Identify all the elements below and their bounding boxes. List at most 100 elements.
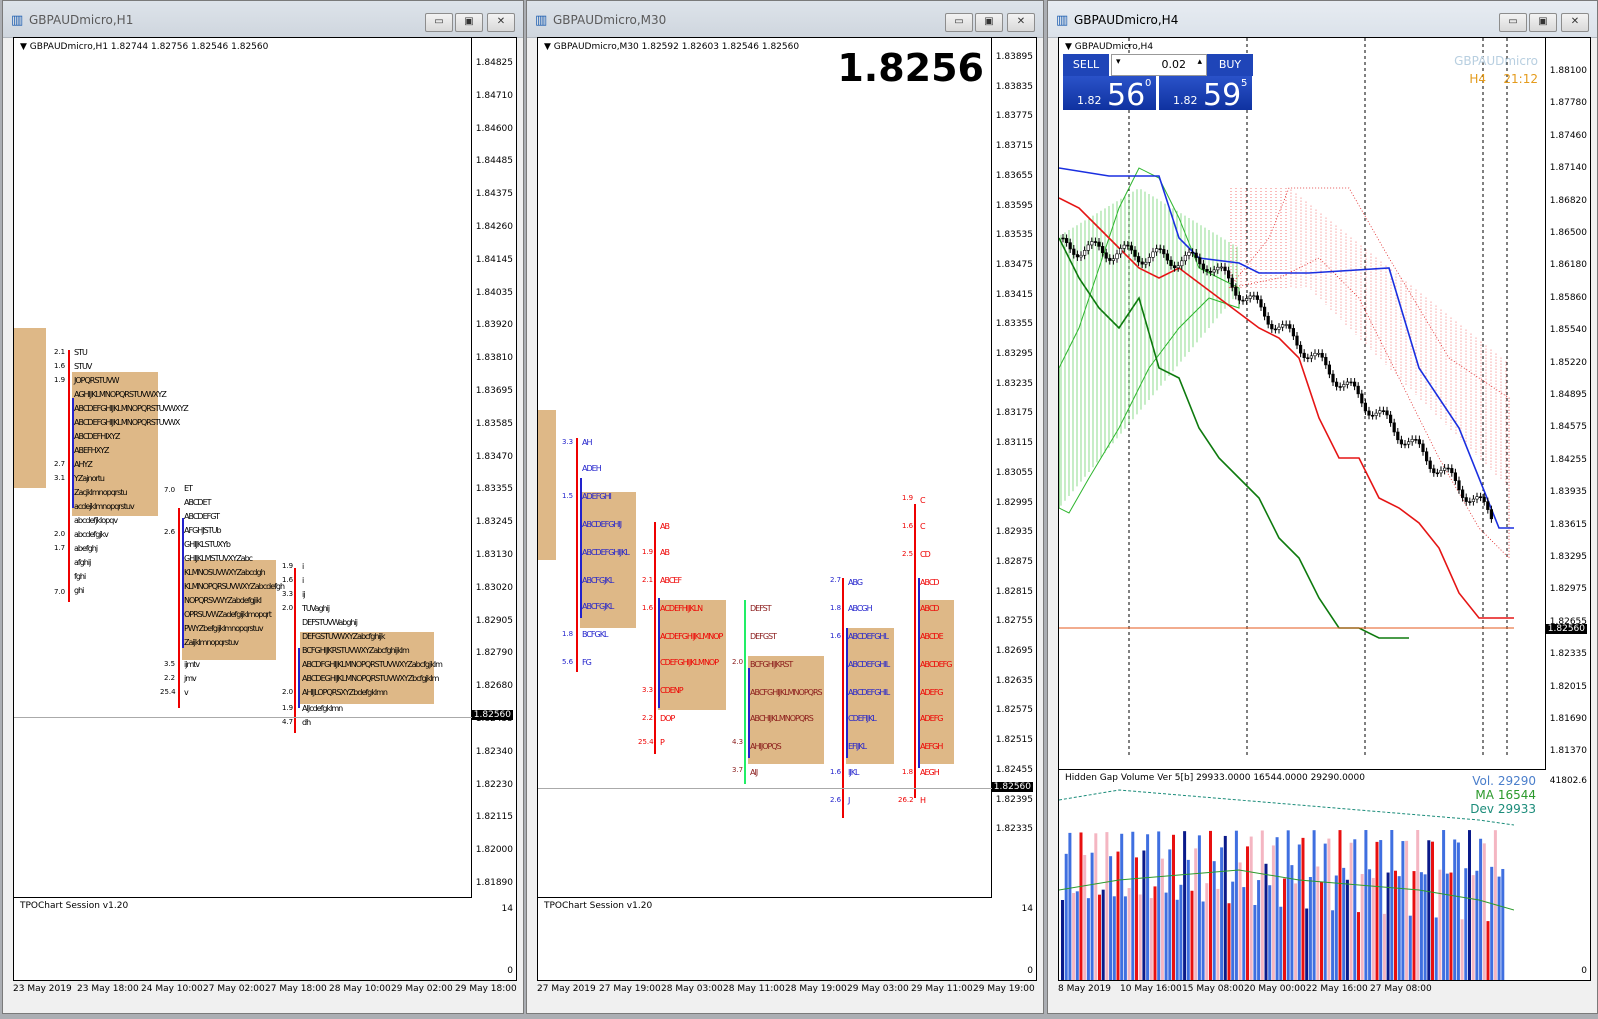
- close-button[interactable]: ✕: [487, 13, 515, 32]
- candle-body: [1068, 242, 1072, 250]
- volume-bar: [1231, 881, 1235, 980]
- tpo-percent: 2.7: [830, 576, 842, 584]
- tpo-percent: 1.9: [282, 562, 294, 570]
- volume-subwindow[interactable]: Hidden Gap Volume Ver 5[b] 29933.0000 16…: [1059, 769, 1546, 980]
- chart-window-m30[interactable]: ▥ GBPAUDmicro,M30 ▭ ▣ ✕ ▼ GBPAUDmicro,M3…: [526, 0, 1044, 1014]
- tpo-letters: i: [302, 562, 304, 571]
- volume-bar: [1105, 832, 1109, 980]
- minimize-button[interactable]: ▭: [1499, 13, 1527, 32]
- tpo-letters: ABCDEFGT: [184, 512, 220, 521]
- tpo-percent: 2.0: [282, 688, 294, 696]
- price-tick: 1.83535: [995, 230, 1033, 241]
- candle-body: [1065, 238, 1069, 243]
- volume-bar: [1260, 830, 1264, 980]
- candle-body: [1489, 509, 1494, 520]
- volume-bar: [1334, 875, 1338, 980]
- volume-bar: [1475, 870, 1479, 980]
- price-tick: 1.84710: [475, 90, 513, 101]
- tpo-letters: dh: [302, 718, 311, 727]
- candle-body: [1270, 323, 1274, 330]
- lot-increase-icon[interactable]: ▴: [1197, 57, 1202, 67]
- candle-body: [1460, 489, 1465, 498]
- indicator-subwindow[interactable]: TPOChart Session v1.20: [14, 897, 472, 980]
- candle-body: [1324, 356, 1328, 366]
- tpo-letters: GHIJKLMSTUVXYZabc: [184, 554, 253, 563]
- time-scale[interactable]: 23 May 2019 23 May 18:00 24 May 10:00 27 Ma…: [13, 981, 517, 999]
- lot-size-input[interactable]: ▾ 0.02 ▴: [1111, 54, 1207, 76]
- price-scale[interactable]: 1.88100 1.87780 1.87460 1.87140 1.86820 1.865…: [1545, 38, 1590, 980]
- maximize-button[interactable]: ▣: [455, 13, 483, 32]
- close-button[interactable]: ✕: [1007, 13, 1035, 32]
- volume-bar: [1349, 842, 1353, 980]
- volume-bar: [1460, 919, 1464, 980]
- chart-canvas[interactable]: ▼ GBPAUDmicro,H4 GBPAUDmicro H4 21:12 SE…: [1058, 37, 1591, 981]
- candle-body: [1486, 501, 1490, 510]
- candle-body: [1381, 410, 1386, 412]
- candle-body: [1198, 257, 1202, 265]
- close-button[interactable]: ✕: [1561, 13, 1589, 32]
- price-tick: 1.84145: [475, 254, 513, 265]
- volume-bar: [1257, 880, 1261, 980]
- symbol-watermark: GBPAUDmicro: [1454, 54, 1538, 68]
- time-label: 22 May 16:00: [1306, 984, 1368, 994]
- tpo-percent: 1.8: [562, 630, 574, 638]
- tpo-percent: 3.1: [54, 474, 66, 482]
- tpo-letters: DEFGST: [750, 632, 777, 641]
- one-click-trading-panel[interactable]: SELL ▾ 0.02 ▴ BUY 1.82 56 0 1.82 59 5: [1063, 54, 1253, 113]
- lot-value[interactable]: 0.02: [1162, 58, 1187, 71]
- tpo-letters: PWYZbefgijklmnopqrstuv: [184, 624, 264, 633]
- candle-body: [1183, 255, 1187, 262]
- chart-icon: ▥: [535, 13, 548, 28]
- candle-body: [1363, 402, 1368, 412]
- volume-bar: [1201, 901, 1205, 980]
- price-scale[interactable]: 1.84825 1.84710 1.84600 1.84485 1.84375 1.842…: [471, 38, 516, 980]
- tpo-percent: 1.5: [562, 492, 574, 500]
- volume-bar: [1308, 877, 1312, 980]
- volume-bar: [1419, 872, 1423, 980]
- time-scale[interactable]: 27 May 2019 27 May 19:00 28 May 03:00 28 Ma…: [537, 981, 1037, 999]
- tpo-percent: 1.6: [642, 604, 654, 612]
- tpo-letters: P: [660, 738, 665, 747]
- volume-bar: [1305, 908, 1309, 980]
- title-bar[interactable]: ▥ GBPAUDmicro,M30 ▭ ▣ ✕: [527, 1, 1043, 38]
- candle-body: [1349, 381, 1353, 384]
- tpo-letters: AEGH: [920, 768, 940, 777]
- price-tick: 1.83715: [995, 141, 1033, 152]
- price-tick: 1.83245: [475, 517, 513, 528]
- maximize-button[interactable]: ▣: [975, 13, 1003, 32]
- maximize-button[interactable]: ▣: [1529, 13, 1557, 32]
- time-label: 27 May 2019: [537, 984, 596, 994]
- title-bar[interactable]: ▥ GBPAUDmicro,H1 ▭ ▣ ✕: [3, 1, 523, 38]
- tpo-percent: 2.1: [642, 576, 654, 584]
- title-bar[interactable]: ▥ GBPAUDmicro,H4 ▭ ▣ ✕: [1048, 1, 1597, 38]
- indicator-subwindow[interactable]: TPOChart Session v1.20: [538, 897, 992, 980]
- volume-bar: [1264, 863, 1268, 980]
- chart-canvas[interactable]: ▼ GBPAUDmicro,H1 1.82744 1.82756 1.82546…: [13, 37, 517, 981]
- buy-price-button[interactable]: 1.82 59 5: [1159, 76, 1252, 113]
- price-tick: 1.82975: [1549, 584, 1587, 595]
- time-label: 28 May 19:00: [785, 984, 847, 994]
- sell-price-button[interactable]: 1.82 56 0: [1063, 76, 1156, 113]
- volume-bar: [1146, 834, 1150, 980]
- minimize-button[interactable]: ▭: [945, 13, 973, 32]
- tpo-letters: AEFGH: [920, 742, 943, 751]
- candle-body: [1468, 501, 1472, 503]
- sell-button[interactable]: SELL: [1063, 54, 1109, 76]
- tpo-letters: ABCHIJKLMNOPQRS: [750, 714, 814, 723]
- chart-window-h1[interactable]: ▥ GBPAUDmicro,H1 ▭ ▣ ✕ ▼ GBPAUDmicro,H1 …: [2, 0, 524, 1014]
- chart-canvas[interactable]: ▼ GBPAUDmicro,M30 1.82592 1.82603 1.8254…: [537, 37, 1037, 981]
- price-tick: 1.83935: [1549, 487, 1587, 498]
- price-scale[interactable]: 1.83895 1.83835 1.83775 1.83715 1.83655 1.835…: [991, 38, 1036, 980]
- buy-price-big: 59: [1203, 78, 1242, 113]
- candle-body: [1108, 257, 1112, 261]
- buy-button[interactable]: BUY: [1207, 54, 1253, 76]
- candle-body: [1306, 357, 1310, 359]
- minimize-button[interactable]: ▭: [425, 13, 453, 32]
- time-scale[interactable]: 8 May 2019 10 May 16:00 15 May 08:00 20 May…: [1058, 981, 1591, 999]
- chart-window-h4[interactable]: ▥ GBPAUDmicro,H4 ▭ ▣ ✕ ▼ GBPAUDmicro,H4 …: [1047, 0, 1598, 1014]
- candle-body: [1255, 295, 1260, 300]
- volume-bar: [1175, 899, 1179, 980]
- lot-decrease-icon[interactable]: ▾: [1116, 57, 1121, 67]
- tpo-letters: KLMNOSUVWXYZabcdgh: [184, 568, 266, 577]
- price-tick: 1.84485: [475, 156, 513, 167]
